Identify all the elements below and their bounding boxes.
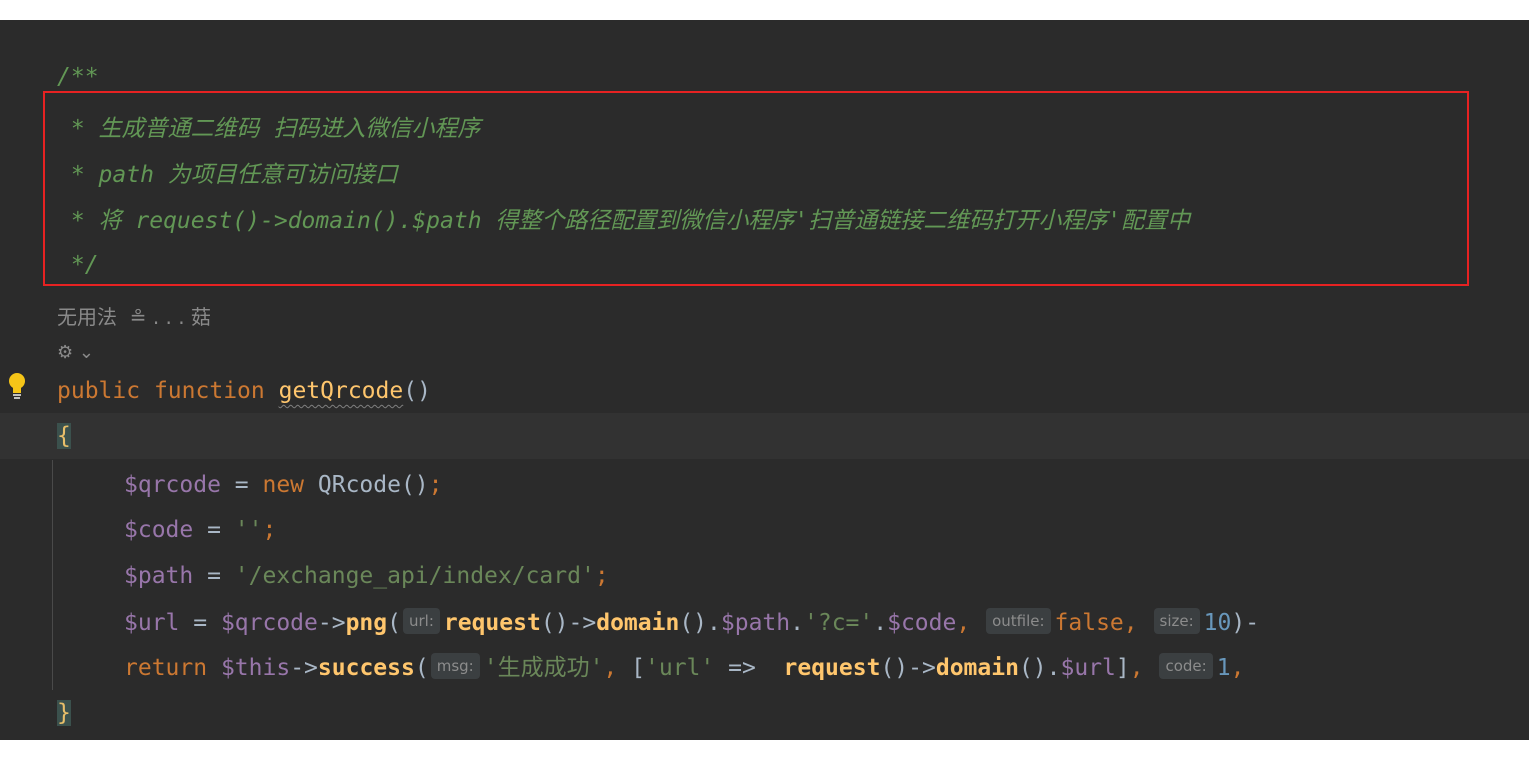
comma: , — [1129, 655, 1144, 681]
assign-op: = — [193, 517, 235, 543]
var-url: $url — [124, 610, 180, 636]
function-signature: public function getQrcode() — [57, 371, 431, 411]
arrow-op: -> — [908, 655, 936, 681]
var-qrcode: $qrcode — [124, 472, 221, 498]
call-domain: domain — [935, 655, 1019, 681]
signature-parens: () — [403, 378, 431, 404]
current-line-highlight — [0, 413, 1529, 459]
semicolon: ; — [594, 563, 609, 589]
keyword-false: false — [1054, 610, 1124, 636]
string-c: '?c=' — [804, 610, 874, 636]
call-parens: () — [679, 610, 708, 636]
indent-guide — [52, 460, 53, 690]
string-msg: '生成成功' — [483, 655, 604, 681]
annotation-highlight-box — [43, 91, 1469, 286]
arrow-op: -> — [568, 610, 597, 636]
var-qrcode: $qrcode — [220, 610, 318, 636]
fat-arrow: => — [714, 655, 784, 681]
param-hint-url: url: — [402, 607, 440, 634]
string-empty: '' — [234, 517, 263, 543]
arrow-op: -> — [290, 655, 318, 681]
call-request: request — [783, 655, 881, 681]
call-domain: domain — [596, 610, 680, 636]
semicolon: ; — [262, 517, 277, 543]
number-code: 1 — [1216, 655, 1231, 681]
close-brace: } — [57, 700, 71, 726]
var-code: $code — [124, 517, 194, 543]
close-brace-line: } — [57, 693, 71, 733]
method-success: success — [317, 655, 415, 681]
keyword-return: return — [124, 655, 208, 681]
keyword-function: function — [153, 378, 265, 404]
call-request: request — [443, 610, 541, 636]
open-brace: { — [57, 423, 71, 449]
param-hint-msg: msg: — [430, 652, 480, 679]
string-path: '/exchange_api/index/card' — [234, 563, 595, 589]
var-this: $this — [220, 655, 291, 681]
assign-op: = — [193, 563, 235, 589]
function-name[interactable]: getQrcode — [279, 378, 404, 404]
method-png: png — [345, 610, 388, 636]
assign-op: = — [179, 610, 221, 636]
keyword-public: public — [57, 378, 141, 404]
concat-op: . — [873, 610, 888, 636]
code-line-return: return $this->success(msg: '生成成功', ['url'… — [124, 648, 1244, 688]
comma: , — [1123, 610, 1138, 636]
vcs-inlay-hint[interactable]: ⚙ ⌄ — [57, 338, 94, 368]
var-url: $url — [1060, 655, 1116, 681]
open-paren: ( — [387, 610, 401, 636]
author-inlay-hint[interactable]: 无用法 ≗ . . . 菇 — [57, 299, 211, 335]
string-url-key: 'url' — [645, 655, 715, 681]
open-brace-line: { — [57, 416, 71, 456]
comma: , — [603, 655, 618, 681]
open-paren: ( — [414, 655, 429, 681]
var-path: $path — [124, 563, 194, 589]
array-close: ] — [1115, 655, 1130, 681]
concat-op: . — [707, 610, 721, 636]
lightbulb-icon[interactable] — [7, 372, 27, 402]
semicolon: ; — [428, 472, 443, 498]
keyword-new: new — [262, 472, 305, 498]
comma: , — [956, 610, 971, 636]
number-size: 10 — [1203, 610, 1232, 636]
comma: , — [1230, 655, 1245, 681]
code-line-path: $path = '/exchange_api/index/card'; — [124, 556, 609, 596]
var-code: $code — [887, 610, 957, 636]
code-line-qrcode: $qrcode = new QRcode(); — [124, 465, 443, 505]
param-hint-size: size: — [1153, 607, 1200, 634]
assign-op: = — [220, 472, 263, 498]
var-path: $path — [720, 610, 791, 636]
code-line-url: $url = $qrcode->png(url: request()->domai… — [124, 603, 1259, 643]
call-parens: () — [540, 610, 569, 636]
array-open: [ — [631, 655, 645, 681]
code-editor[interactable]: /** * 生成普通二维码 扫码进入微信小程序 * path 为项目任意可访问接… — [0, 20, 1529, 740]
code-line-code: $code = ''; — [124, 510, 276, 550]
concat-op: . — [790, 610, 804, 636]
arrow-op: -> — [317, 610, 346, 636]
class-qrcode: QRcode() — [304, 472, 429, 498]
line-tail: )- — [1231, 610, 1260, 636]
param-hint-code: code: — [1159, 652, 1213, 679]
call-parens: () — [880, 655, 909, 681]
concat-op: . — [1046, 655, 1061, 681]
param-hint-outfile: outfile: — [986, 607, 1051, 634]
call-parens: () — [1018, 655, 1047, 681]
